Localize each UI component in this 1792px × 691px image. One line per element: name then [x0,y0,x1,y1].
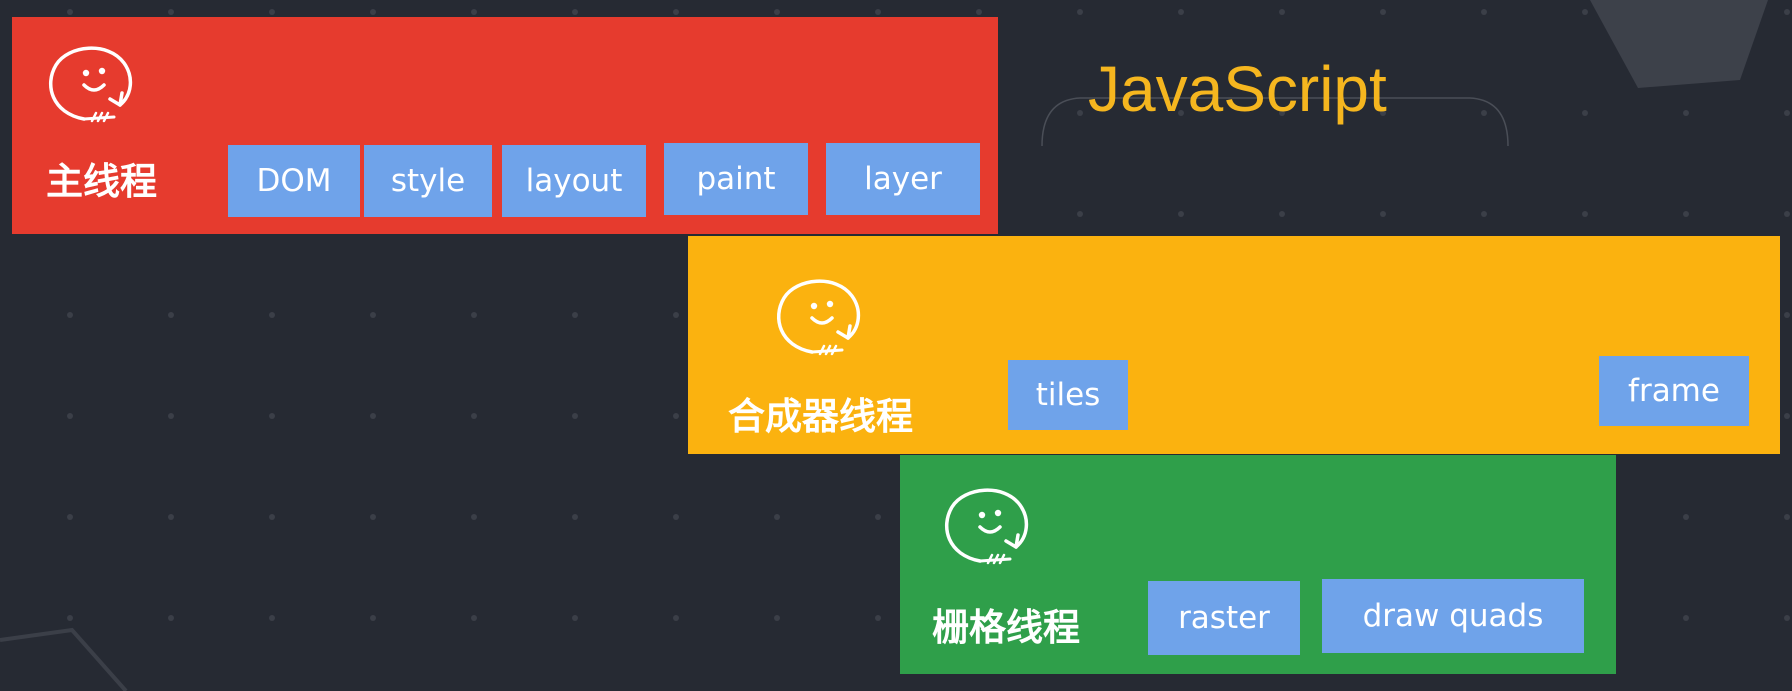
task-draw-quads: draw quads [1322,579,1584,653]
decorative-hexagon-top-right [1590,0,1768,88]
task-dom: DOM [228,145,360,217]
raster-thread-name: 栅格线程 [932,606,1080,649]
smiley-balloon-icon [944,488,1029,565]
smiley-balloon-icon [48,46,133,123]
raster-thread-panel: 栅格线程 raster draw quads [900,455,1616,674]
compositor-thread-name: 合成器线程 [728,395,913,438]
task-paint: paint [664,143,808,215]
task-tiles: tiles [1008,360,1128,430]
task-style: style [364,145,492,217]
decorative-line-bottom-left [0,627,128,691]
main-thread-name: 主线程 [46,160,157,203]
task-layout: layout [502,145,646,217]
task-layer: layer [826,143,980,215]
javascript-label: JavaScript [1088,53,1387,125]
main-thread-panel: 主线程 DOM style layout paint layer [12,17,998,234]
task-frame: frame [1599,356,1749,426]
task-raster: raster [1148,581,1300,655]
compositor-thread-panel: 合成器线程 tiles frame [688,236,1780,454]
smiley-balloon-icon [776,279,861,356]
